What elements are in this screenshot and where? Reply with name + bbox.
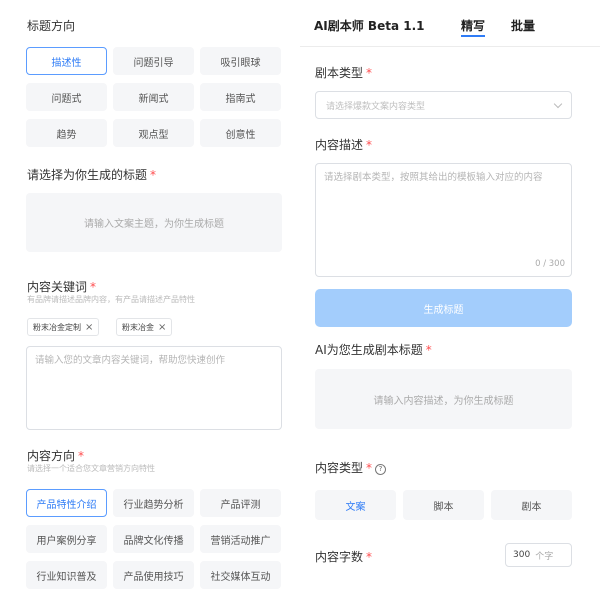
close-icon[interactable]: × [158,322,166,333]
content-direction-option-review[interactable]: 产品评测 [200,489,281,517]
keyword-tag: 粉末冶金 × [116,318,173,336]
title-direction-option-question[interactable]: 问题式 [26,83,107,111]
keyword-tag: 粉末冶金定制 × [27,318,100,336]
content-direction-option-social-media[interactable]: 社交媒体互动 [200,561,281,589]
content-desc-label: 内容描述 * [315,138,373,152]
required-mark: * [366,550,373,564]
script-type-select[interactable]: 请选择爆款文案内容类型 [315,91,572,119]
content-direction-label: 内容方向 * [27,449,85,463]
content-direction-option-features[interactable]: 产品特性介绍 [26,489,107,517]
content-desc-placeholder: 请选择剧本类型，按照其给出的模板输入对应的内容 [324,172,543,183]
content-direction-hint: 请选择一个适合您文章营销方向特性 [27,464,155,473]
word-count-value: 300 [513,550,531,560]
required-mark: * [425,343,432,357]
required-mark: * [78,449,85,463]
content-type-option-copy[interactable]: 文案 [315,490,396,520]
script-type-label: 剧本类型 * [315,66,373,80]
script-type-placeholder: 请选择爆款文案内容类型 [326,101,426,112]
title-direction-option-eye-catching[interactable]: 吸引眼球 [200,47,281,75]
required-mark: * [150,168,157,182]
chevron-down-icon [553,99,563,108]
content-type-option-script[interactable]: 脚本 [403,490,484,520]
title-direction-option-question-guide[interactable]: 问题引导 [113,47,194,75]
required-mark: * [90,280,97,294]
content-direction-option-brand-culture[interactable]: 品牌文化传播 [113,525,194,553]
title-direction-option-descriptive[interactable]: 描述性 [26,47,107,75]
content-type-option-screenplay[interactable]: 剧本 [491,490,572,520]
keyword-tag-label: 粉末冶金定制 [33,322,81,332]
keyword-tag-label: 粉末冶金 [122,322,154,332]
content-direction-option-case-study[interactable]: 用户案例分享 [26,525,107,553]
content-direction-option-usage-tips[interactable]: 产品使用技巧 [113,561,194,589]
keywords-input[interactable]: 请输入您的文章内容关键词，帮助您快速创作 [26,346,282,430]
generated-title-label: 请选择为你生成的标题 * [27,168,157,182]
tab-batch[interactable]: 批量 [511,17,535,34]
title-direction-option-news[interactable]: 新闻式 [113,83,194,111]
required-mark: * [366,461,373,475]
content-direction-option-marketing[interactable]: 营销活动推广 [200,525,281,553]
keywords-hint: 有品牌请描述品牌内容，有产品请描述产品特性 [27,295,195,304]
word-count-input[interactable]: 300 个字 [505,543,572,567]
question-circle-icon[interactable]: ? [375,463,387,475]
title-direction-option-trend[interactable]: 趋势 [26,119,107,147]
ai-title-label: AI为您生成剧本标题 * [315,343,432,357]
content-type-label: 内容类型 *? [315,459,387,476]
keywords-label: 内容关键词 * [27,280,97,294]
tab-fine-write[interactable]: 精写 [461,17,486,37]
title-direction-option-guide[interactable]: 指南式 [200,83,281,111]
left-panel: 标题方向 描述性 问题引导 吸引眼球 问题式 新闻式 指南式 趋势 观点型 创意… [0,0,300,600]
content-direction-option-industry-knowledge[interactable]: 行业知识普及 [26,561,107,589]
title-direction-option-creative[interactable]: 创意性 [200,119,281,147]
title-direction-option-opinion[interactable]: 观点型 [113,119,194,147]
title-direction-label: 标题方向 [27,19,76,33]
close-icon[interactable]: × [85,322,93,333]
generated-title-placeholder[interactable]: 请输入文案主题，为你生成标题 [26,193,282,252]
required-mark: * [366,66,373,80]
content-desc-input[interactable]: 请选择剧本类型，按照其给出的模板输入对应的内容 0 / 300 [315,163,572,277]
content-desc-counter: 0 / 300 [535,259,565,269]
generate-title-button[interactable]: 生成标题 [315,289,572,327]
word-count-label: 内容字数 * [315,550,373,564]
app-title: AI剧本师 Beta 1.1 [314,19,425,33]
required-mark: * [366,138,373,152]
header-divider [300,46,600,47]
ai-title-placeholder[interactable]: 请输入内容描述，为你生成标题 [315,369,572,429]
content-direction-option-industry-trends[interactable]: 行业趋势分析 [113,489,194,517]
word-count-unit: 个字 [535,551,554,562]
